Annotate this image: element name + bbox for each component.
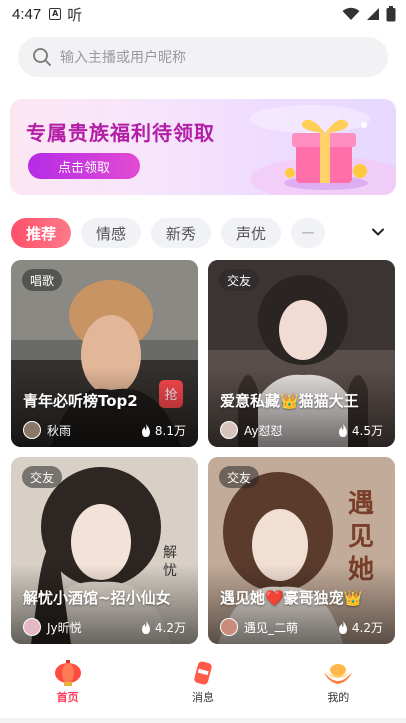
room-tag: 交友	[219, 269, 260, 291]
status-time: 4:47	[12, 5, 42, 23]
search-icon	[33, 48, 51, 66]
room-host: 遇见_二萌	[220, 618, 298, 636]
heat-value: 4.5万	[351, 424, 383, 438]
flame-icon	[141, 424, 150, 437]
room-heat: 4.2万	[338, 619, 383, 636]
host-name: 遇见_二萌	[244, 620, 299, 635]
tab-recommend[interactable]: 推荐	[11, 218, 72, 248]
notification-ting-icon: 听	[67, 5, 83, 24]
avatar	[23, 618, 41, 636]
bottom-nav: 首页 消息 我的	[0, 652, 406, 712]
avatar	[23, 421, 41, 439]
room-tag: 交友	[219, 466, 260, 488]
room-card[interactable]: 解 忧 交友 解忧小酒馆~招小仙女 Jy昕悦 4.2万	[11, 457, 198, 644]
banner-title: 专属贵族福利待领取	[26, 121, 215, 145]
overflow-dash-icon	[302, 232, 315, 234]
tab-emotion[interactable]: 情感	[81, 218, 142, 248]
room-heat: 4.5万	[338, 422, 383, 439]
room-card[interactable]: 遇 见 她 交友 遇见她❤️豪哥独宠👑 遇见_二萌 4.2万	[208, 457, 395, 644]
lantern-icon	[54, 660, 81, 686]
tab-newcomer[interactable]: 新秀	[151, 218, 212, 248]
flame-icon	[338, 621, 347, 634]
status-bar: 4:47 A 听	[0, 0, 406, 28]
home-indicator	[0, 718, 406, 723]
room-title: 解忧小酒馆~招小仙女	[23, 589, 171, 607]
room-host: Jy昕悦	[23, 618, 82, 636]
room-card[interactable]: 交友 爱意私藏👑猫猫大王 Ay怼怼 4.5万	[208, 260, 395, 447]
nav-home[interactable]: 首页	[0, 652, 135, 712]
room-card[interactable]: 抢 唱歌 青年必听榜Top2 秋雨 8.1万	[11, 260, 198, 447]
room-title: 青年必听榜Top2	[23, 392, 138, 410]
room-host: 秋雨	[23, 421, 71, 439]
heat-value: 8.1万	[154, 424, 186, 438]
host-name: 秋雨	[47, 423, 72, 438]
chevron-down-icon	[372, 228, 384, 236]
svg-text:解: 解	[163, 545, 177, 561]
tab-voice-actor[interactable]: 声优	[221, 218, 282, 248]
avatar	[220, 421, 238, 439]
expand-tabs-button[interactable]	[366, 220, 390, 244]
svg-text:遇: 遇	[348, 489, 374, 519]
flame-icon	[338, 424, 347, 437]
flame-icon	[141, 621, 150, 634]
search-bar[interactable]: 输入主播或用户昵称	[18, 37, 388, 77]
room-heat: 8.1万	[141, 422, 186, 439]
room-title: 爱意私藏👑猫猫大王	[220, 392, 359, 410]
room-title: 遇见她❤️豪哥独宠👑	[220, 589, 363, 607]
category-tabs: 推荐 情感 新秀 声优	[11, 218, 326, 248]
claim-button[interactable]: 点击领取	[28, 153, 140, 179]
heat-value: 4.2万	[154, 621, 186, 635]
search-input[interactable]: 输入主播或用户昵称	[60, 47, 186, 67]
nav-label: 首页	[56, 691, 79, 704]
message-can-icon	[194, 661, 212, 685]
gift-box-icon	[284, 119, 368, 190]
tab-overflow[interactable]	[291, 218, 326, 248]
host-name: Ay怼怼	[244, 423, 283, 438]
room-host: Ay怼怼	[220, 421, 283, 439]
signal-icon	[367, 8, 379, 20]
room-heat: 4.2万	[141, 619, 186, 636]
nav-label: 我的	[327, 691, 350, 704]
nav-label: 消息	[191, 691, 214, 704]
host-name: Jy昕悦	[47, 620, 82, 635]
svg-text:见: 见	[348, 522, 374, 552]
wifi-icon	[342, 7, 360, 20]
avatar	[220, 618, 238, 636]
room-tag: 交友	[22, 466, 63, 488]
room-tag: 唱歌	[22, 269, 63, 291]
nav-messages[interactable]: 消息	[135, 652, 270, 712]
noble-benefits-banner[interactable]: 专属贵族福利待领取 点击领取	[10, 99, 396, 195]
battery-icon	[386, 6, 396, 22]
nav-profile[interactable]: 我的	[271, 652, 406, 712]
ingot-icon	[324, 664, 353, 684]
heat-value: 4.2万	[351, 621, 383, 635]
notification-a-icon: A	[49, 8, 62, 20]
